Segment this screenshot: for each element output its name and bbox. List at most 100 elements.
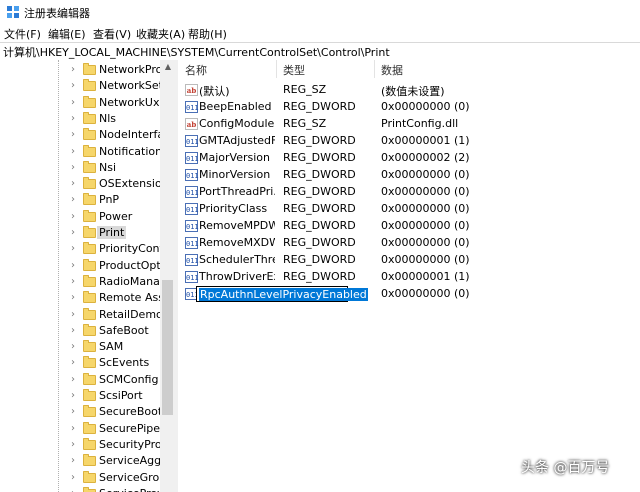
value-row[interactable]: 011 MajorVersion REG_DWORD 0x00000002 (2) — [178, 150, 640, 167]
tree-item-label: SecurityProvi — [99, 437, 160, 451]
chevron-right-icon[interactable]: › — [71, 129, 79, 141]
tree-item[interactable]: › SafeBoot — [0, 323, 160, 339]
column-separator[interactable] — [276, 60, 277, 78]
value-type: REG_DWORD — [283, 253, 356, 266]
tree-item[interactable]: › SecureBoot — [0, 404, 160, 420]
column-header-data[interactable]: 数据 — [381, 62, 403, 78]
tree-item[interactable]: › NetworkSetu — [0, 78, 160, 94]
binary-value-icon: 011 — [185, 169, 199, 181]
folder-icon — [83, 437, 96, 450]
menu-favorites[interactable]: 收藏夹(A) — [136, 26, 185, 42]
tree-item-label: SCMConfig — [99, 372, 159, 386]
value-type: REG_DWORD — [283, 185, 356, 198]
column-separator[interactable] — [374, 60, 375, 78]
tree-item[interactable]: › Nsi — [0, 160, 160, 176]
value-row[interactable]: ab (默认) REG_SZ (数值未设置) — [178, 82, 640, 99]
address-bar[interactable]: 计算机\HKEY_LOCAL_MACHINE\SYSTEM\CurrentCon… — [0, 42, 640, 61]
chevron-right-icon[interactable]: › — [71, 80, 79, 92]
tree-item[interactable]: › Notifications — [0, 144, 160, 160]
value-row[interactable]: 011GMTAdjustedF... REG_DWORD 0x00000001 (1… — [178, 133, 640, 150]
value-row[interactable]: 011 MinorVersion REG_DWORD 0x00000000 (0) — [178, 167, 640, 184]
value-row[interactable]: 011SchedulerThre... REG_DWORD 0x00000000 (… — [178, 252, 640, 269]
chevron-right-icon[interactable]: › — [71, 325, 79, 337]
chevron-right-icon[interactable]: › — [71, 309, 79, 321]
tree-item[interactable]: › RetailDemo — [0, 307, 160, 323]
tree-item[interactable]: › SecurePipeSe — [0, 421, 160, 437]
folder-icon — [83, 193, 96, 206]
chevron-right-icon[interactable]: › — [71, 194, 79, 206]
folder-icon — [83, 160, 96, 173]
tree-item[interactable]: › ServiceAggre — [0, 453, 160, 469]
tree-item[interactable]: › NetworkProv — [0, 62, 160, 78]
value-data: 0x00000000 (0) — [381, 168, 470, 181]
value-row[interactable]: 011 RemoveMXDW REG_DWORD 0x00000000 (0) — [178, 235, 640, 252]
chevron-right-icon[interactable]: › — [71, 178, 79, 190]
tree-item[interactable]: › ScEvents — [0, 355, 160, 371]
chevron-right-icon[interactable]: › — [71, 357, 79, 369]
chevron-right-icon[interactable]: › — [71, 423, 79, 435]
key-tree[interactable]: ›NetworkProv›NetworkSetu›NetworkUxM›Nls›… — [0, 60, 160, 492]
tree-item[interactable]: › PriorityContro — [0, 241, 160, 257]
tree-item[interactable]: › SAM — [0, 339, 160, 355]
chevron-right-icon[interactable]: › — [71, 64, 79, 76]
chevron-right-icon[interactable]: › — [71, 146, 79, 158]
chevron-right-icon[interactable]: › — [71, 260, 79, 272]
tree-item-label: Nsi — [99, 160, 117, 174]
chevron-right-icon[interactable]: › — [71, 406, 79, 418]
tree-item[interactable]: › Power — [0, 209, 160, 225]
chevron-right-icon[interactable]: › — [71, 374, 79, 386]
tree-item[interactable]: › ScsiPort — [0, 388, 160, 404]
tree-item[interactable]: › OSExtensionI — [0, 176, 160, 192]
chevron-right-icon[interactable]: › — [71, 472, 79, 484]
tree-item[interactable]: › ProductOptic — [0, 258, 160, 274]
tree-item[interactable]: › PnP — [0, 192, 160, 208]
string-value-icon: ab — [185, 84, 198, 96]
column-header-type[interactable]: 类型 — [283, 62, 305, 78]
tree-item[interactable]: › Nls — [0, 111, 160, 127]
column-header-name[interactable]: 名称 — [185, 62, 207, 78]
tree-item[interactable]: › Print — [0, 225, 160, 241]
value-row[interactable]: ab ConfigModule REG_SZ PrintConfig.dll — [178, 116, 640, 133]
chevron-right-icon[interactable]: › — [71, 276, 79, 288]
value-row[interactable]: 011 PriorityClass REG_DWORD 0x00000000 (0) — [178, 201, 640, 218]
chevron-right-icon[interactable]: › — [71, 162, 79, 174]
value-name: SchedulerThre... — [199, 253, 275, 266]
chevron-right-icon[interactable]: › — [71, 341, 79, 353]
menu-file[interactable]: 文件(F) — [4, 26, 41, 42]
chevron-right-icon[interactable]: › — [71, 227, 79, 239]
rename-input-text[interactable]: RpcAuthnLevelPrivacyEnabled — [199, 288, 368, 301]
menu-view[interactable]: 查看(V) — [93, 26, 131, 42]
value-row[interactable]: 011 RemoveMPDW REG_DWORD 0x00000000 (0) — [178, 218, 640, 235]
chevron-right-icon[interactable]: › — [71, 390, 79, 402]
tree-item[interactable]: › ServiceProvid — [0, 486, 160, 492]
chevron-right-icon[interactable]: › — [71, 243, 79, 255]
chevron-right-icon[interactable]: › — [71, 292, 79, 304]
tree-item[interactable]: › ServiceGroup — [0, 470, 160, 486]
tree-item[interactable]: › SecurityProvi — [0, 437, 160, 453]
address-path[interactable]: 计算机\HKEY_LOCAL_MACHINE\SYSTEM\CurrentCon… — [3, 44, 390, 60]
chevron-right-icon[interactable]: › — [71, 439, 79, 451]
rename-input[interactable]: RpcAuthnLevelPrivacyEnabled — [196, 286, 368, 302]
scrollbar-thumb[interactable] — [162, 280, 173, 415]
tree-scrollbar[interactable]: ▲ — [160, 60, 176, 492]
tree-item[interactable]: › NodeInterfac — [0, 127, 160, 143]
tree-item[interactable]: › SCMConfig — [0, 372, 160, 388]
chevron-right-icon[interactable]: › — [71, 211, 79, 223]
menu-edit[interactable]: 编辑(E) — [48, 26, 86, 42]
value-row[interactable]: 011 BeepEnabled REG_DWORD 0x00000000 (0) — [178, 99, 640, 116]
value-row[interactable]: 011PortThreadPri... REG_DWORD 0x00000000 (… — [178, 184, 640, 201]
scroll-up-arrow-icon[interactable]: ▲ — [160, 60, 176, 74]
tree-item[interactable]: › RadioManag — [0, 274, 160, 290]
value-data: 0x00000000 (0) — [381, 202, 470, 215]
chevron-right-icon[interactable]: › — [71, 113, 79, 125]
chevron-right-icon[interactable]: › — [71, 97, 79, 109]
tree-item[interactable]: › NetworkUxM — [0, 95, 160, 111]
value-row[interactable]: 011ThrowDriverEx... REG_DWORD 0x00000001 (… — [178, 269, 640, 286]
binary-value-icon: 011 — [185, 237, 199, 249]
chevron-right-icon[interactable]: › — [71, 455, 79, 467]
value-row-editing[interactable]: 011 RpcAuthnLevelPrivacyEnabled 0x000000… — [178, 286, 640, 303]
tree-item[interactable]: › Remote Assis — [0, 290, 160, 306]
value-type: REG_SZ — [283, 117, 327, 130]
chevron-right-icon[interactable]: › — [71, 488, 79, 492]
menu-help[interactable]: 帮助(H) — [188, 26, 227, 42]
